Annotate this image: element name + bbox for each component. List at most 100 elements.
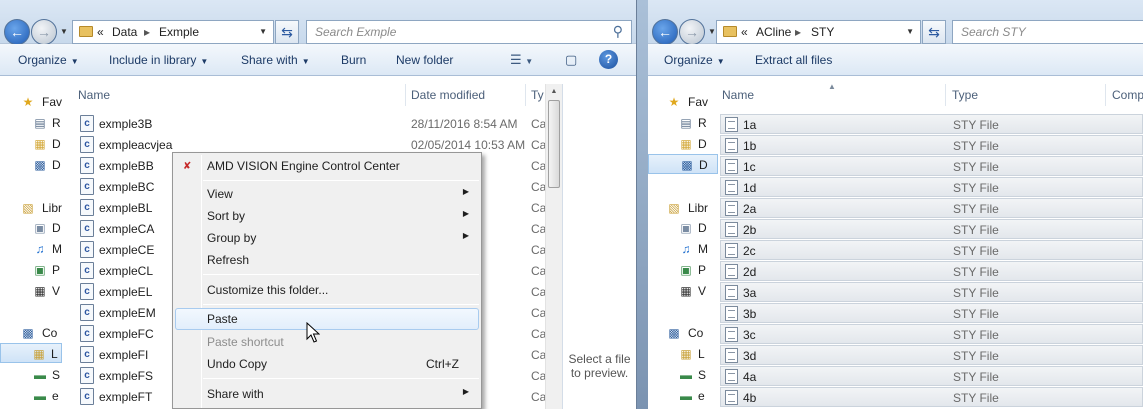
nav-local-disk[interactable]: ▦ L [0, 343, 62, 363]
breadcrumb-data[interactable]: Data [112, 25, 137, 39]
share-label: Share with [241, 53, 298, 67]
nav-label: D [699, 158, 708, 172]
column-name[interactable]: Name [78, 88, 110, 102]
forward-button[interactable]: → [679, 19, 705, 45]
file-name: exmpleBC [99, 180, 155, 194]
menu-item-paste[interactable]: Paste [175, 308, 479, 330]
new-folder-button[interactable]: New folder [396, 53, 453, 67]
breadcrumb-sty[interactable]: STY [811, 25, 834, 39]
sty-file-icon [725, 159, 738, 174]
include-label: Include in library [109, 53, 197, 67]
column-type[interactable]: Type [952, 88, 978, 102]
search-input[interactable]: Search STY [952, 20, 1143, 44]
back-button[interactable]: ← [652, 19, 678, 45]
refresh-button[interactable]: ⇆ [275, 20, 299, 44]
column-compressed-size[interactable]: Comp [1112, 88, 1143, 102]
file-row[interactable]: 4b STY File [720, 387, 1143, 407]
nav-label: R [698, 116, 707, 130]
address-row: ← → ▼ « Data ▸ Exmple ▼ ⇆ Search Exmple … [0, 0, 636, 45]
nav-desktop[interactable]: ▩ D [648, 154, 718, 174]
view-options-icon[interactable]: ☰ ▼ [510, 52, 533, 68]
column-divider[interactable] [945, 84, 946, 106]
back-button[interactable]: ← [4, 19, 30, 45]
column-divider[interactable] [1105, 84, 1106, 106]
search-icon[interactable]: ⚲ [613, 23, 623, 40]
file-row[interactable]: 2d STY File [720, 261, 1143, 281]
extract-all-files-button[interactable]: Extract all files [755, 53, 832, 67]
menu-item-undo-copy[interactable]: Undo Copy Ctrl+Z [175, 353, 479, 375]
file-row[interactable]: 3c STY File [720, 324, 1143, 344]
file-row[interactable]: 1c STY File [720, 156, 1143, 176]
preview-pane-icon[interactable]: ▢ [565, 52, 577, 68]
forward-button[interactable]: → [31, 19, 57, 45]
preview-line-2: to preview. [570, 366, 629, 380]
file-row[interactable]: 1d STY File [720, 177, 1143, 197]
library-icon: ▧ [22, 201, 34, 215]
file-name: 2c [743, 244, 756, 258]
mouse-cursor-icon [306, 322, 320, 343]
pictures-icon: ▣ [680, 263, 692, 277]
refresh-button[interactable]: ⇆ [922, 20, 946, 44]
column-divider[interactable] [525, 84, 526, 106]
documents-icon: ▣ [680, 221, 692, 235]
share-with-button[interactable]: Share with ▼ [241, 53, 310, 67]
address-bar[interactable]: « Data ▸ Exmple ▼ [72, 20, 274, 44]
column-type[interactable]: Ty [531, 88, 544, 102]
recent-pages-dropdown[interactable]: ▼ [708, 27, 716, 36]
breadcrumb-overflow[interactable]: « [741, 25, 748, 39]
breadcrumb-acline[interactable]: ACline [756, 25, 791, 39]
burn-button[interactable]: Burn [341, 53, 366, 67]
help-icon[interactable]: ? [599, 50, 618, 69]
documents-icon: ▣ [34, 221, 46, 235]
menu-item-amd-vision[interactable]: ✘ AMD VISION Engine Control Center [175, 155, 479, 177]
chevron-down-icon[interactable]: ▼ [906, 27, 914, 36]
search-input[interactable]: Search Exmple ⚲ [306, 20, 632, 44]
menu-item-sort-by[interactable]: Sort by ▶ [175, 205, 479, 227]
sty-file-icon [725, 285, 738, 300]
file-row[interactable]: 3b STY File [720, 303, 1143, 323]
menu-item-paste-shortcut[interactable]: Paste shortcut [175, 331, 479, 353]
nav-label: D [52, 158, 61, 172]
organize-button[interactable]: Organize ▼ [18, 53, 79, 67]
file-name: exmpleBL [99, 201, 153, 215]
breadcrumb-exmple[interactable]: Exmple [159, 25, 199, 39]
chevron-down-icon[interactable]: ▼ [259, 27, 267, 36]
breadcrumb-separator-icon[interactable]: ▸ [144, 25, 150, 39]
nav-label: L [698, 347, 705, 361]
menu-item-customize-folder[interactable]: Customize this folder... [175, 279, 479, 301]
file-type: STY File [953, 118, 999, 132]
menu-item-group-by[interactable]: Group by ▶ [175, 227, 479, 249]
nav-label: Libr [688, 201, 709, 215]
file-row[interactable]: 2c STY File [720, 240, 1143, 260]
address-bar[interactable]: « ACline ▸ STY ▼ [716, 20, 921, 44]
desktop-icon: ▩ [681, 158, 693, 172]
file-list: Name ▲ Type Comp 1a STY File 1b STY File 1c S… [718, 84, 1143, 409]
file-row[interactable]: 2b STY File [720, 219, 1143, 239]
breadcrumb-separator-icon[interactable]: ▸ [795, 25, 801, 39]
file-row[interactable]: 1a STY File [720, 114, 1143, 134]
menu-label: Paste shortcut [207, 335, 284, 349]
file-row[interactable]: c exmple3B 28/11/2016 8:54 AM Ca [62, 113, 562, 134]
file-row[interactable]: 3d STY File [720, 345, 1143, 365]
sty-file-icon [725, 306, 738, 321]
column-name[interactable]: Name [722, 88, 754, 102]
scroll-up-icon[interactable]: ▲ [546, 84, 562, 100]
organize-button[interactable]: Organize ▼ [664, 53, 725, 67]
music-icon: ♫ [35, 242, 45, 256]
menu-item-refresh[interactable]: Refresh [175, 249, 479, 271]
menu-item-share-with[interactable]: Share with ▶ [175, 383, 479, 405]
file-row[interactable]: 3a STY File [720, 282, 1143, 302]
computer-icon: ▩ [22, 326, 34, 340]
column-divider[interactable] [405, 84, 406, 106]
menu-item-view[interactable]: View ▶ [175, 183, 479, 205]
breadcrumb-overflow[interactable]: « [97, 25, 104, 39]
scrollbar-thumb[interactable] [548, 100, 560, 188]
file-row[interactable]: 1b STY File [720, 135, 1143, 155]
column-date-modified[interactable]: Date modified [411, 88, 485, 102]
recent-pages-dropdown[interactable]: ▼ [60, 27, 68, 36]
vertical-scrollbar[interactable]: ▲ [545, 84, 562, 409]
file-type: STY File [953, 307, 999, 321]
file-row[interactable]: 2a STY File [720, 198, 1143, 218]
file-row[interactable]: 4a STY File [720, 366, 1143, 386]
include-in-library-button[interactable]: Include in library ▼ [109, 53, 208, 67]
